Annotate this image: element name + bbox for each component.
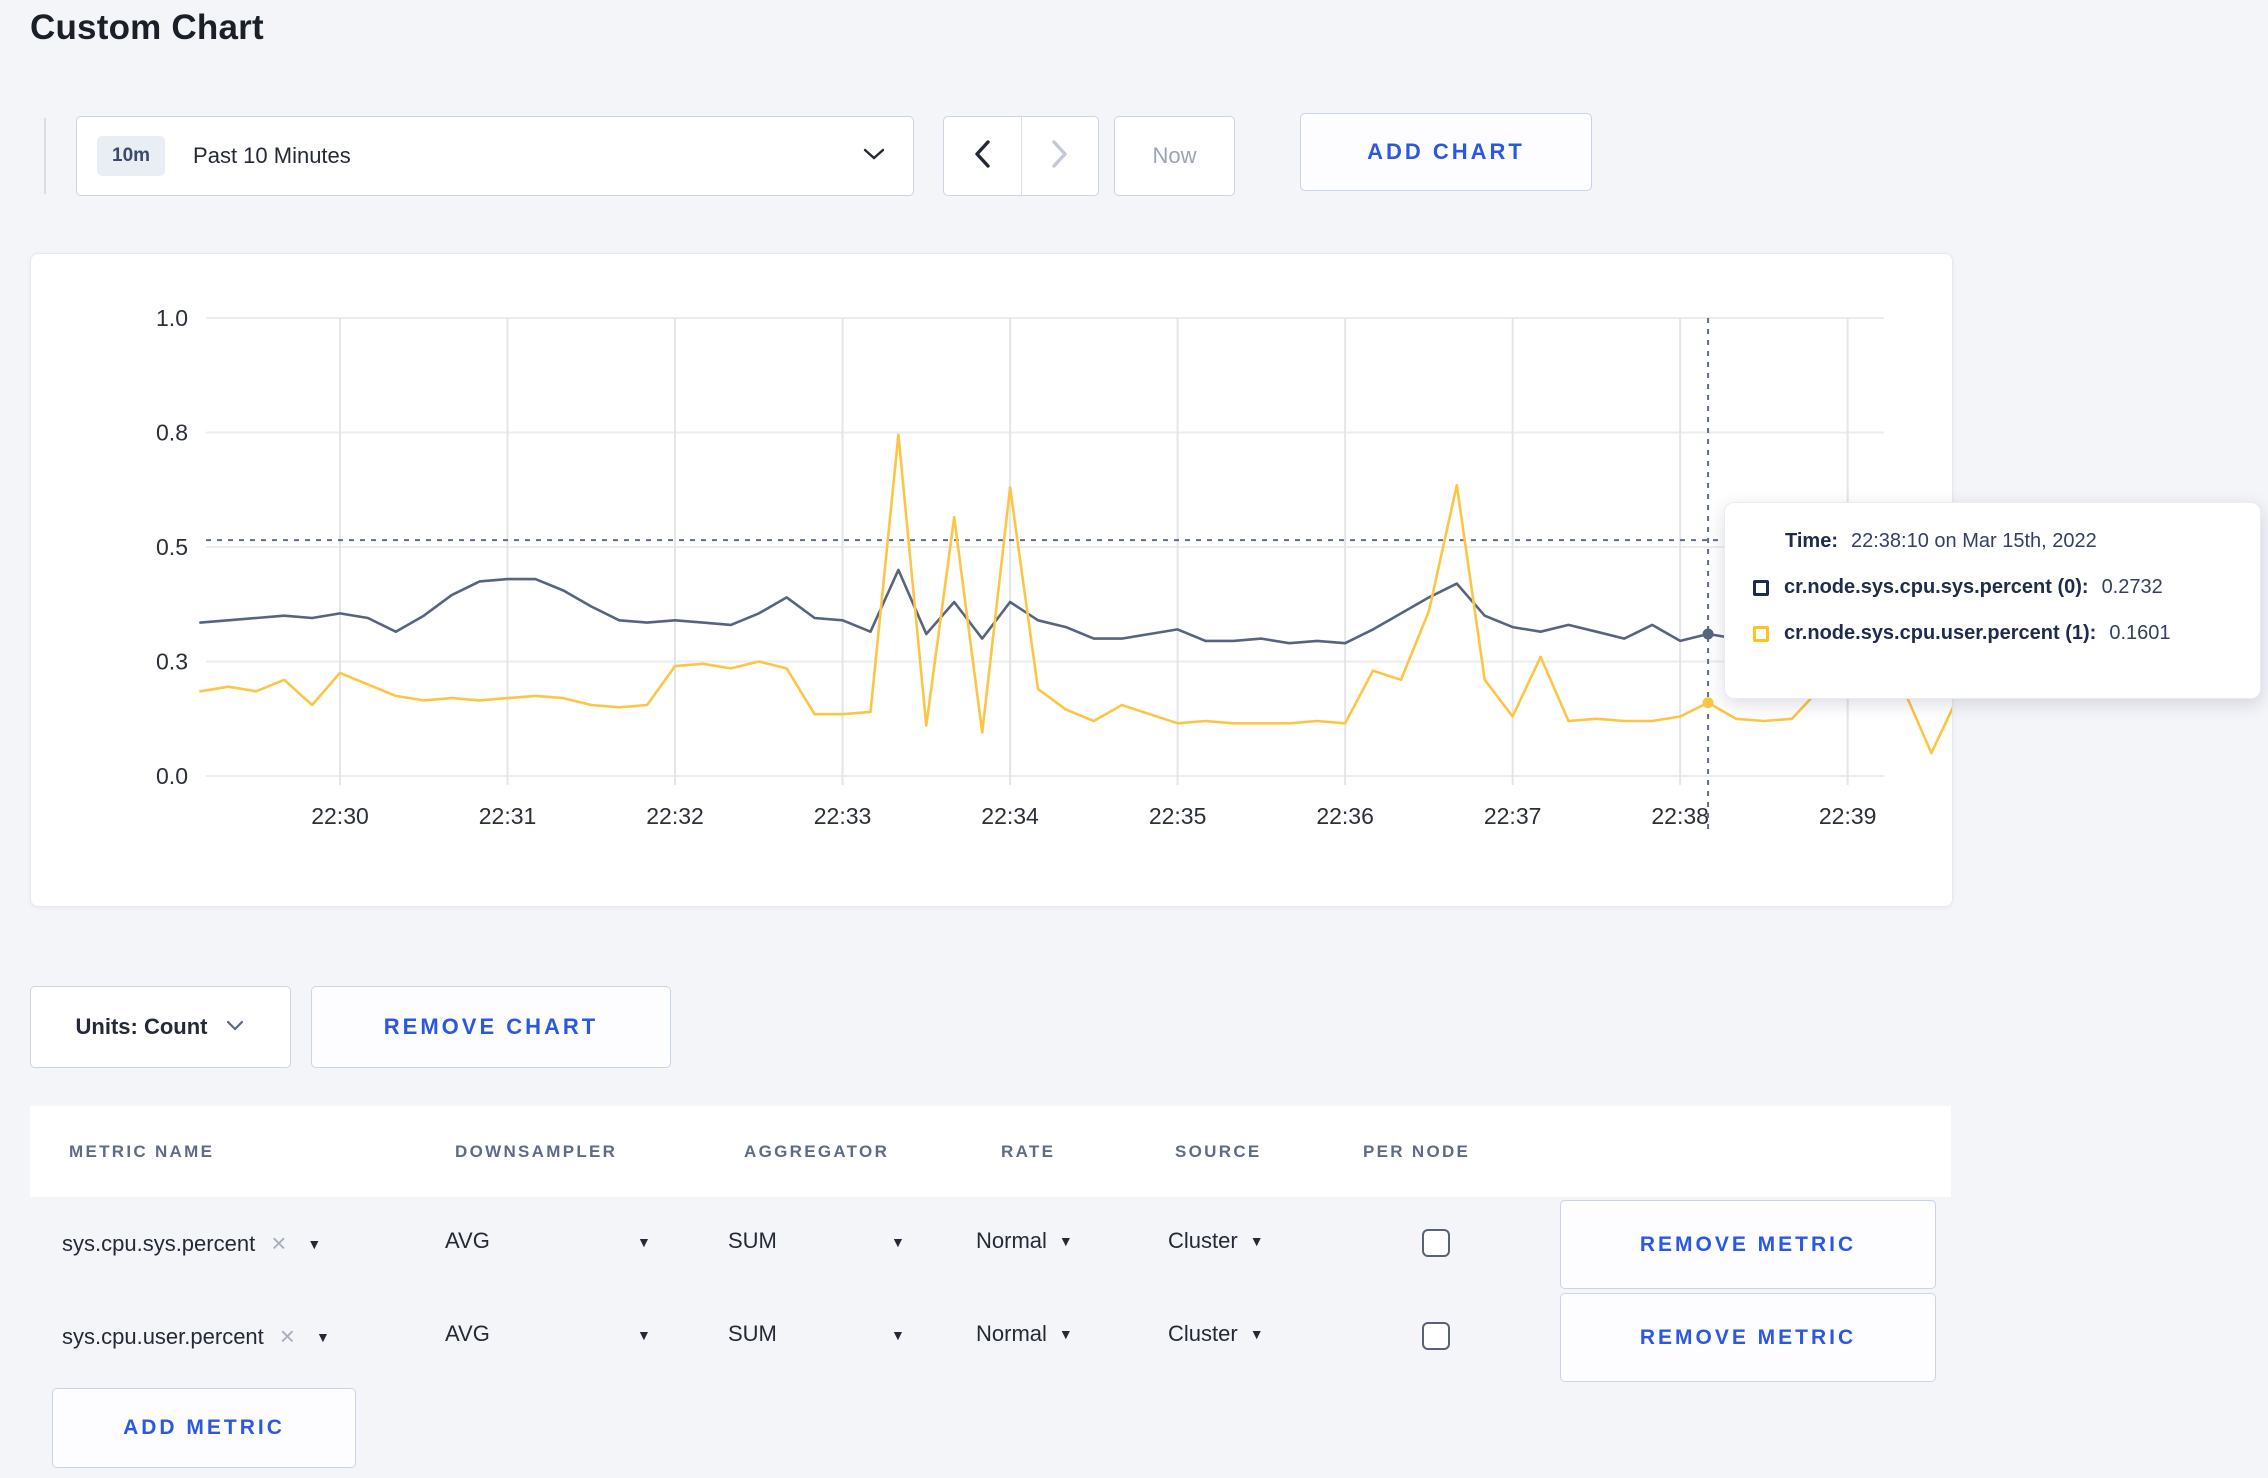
series-swatch-user	[1753, 625, 1769, 642]
column-header-rate: RATE	[1001, 1141, 1056, 1161]
time-window-badge: 10m	[97, 136, 166, 176]
downsampler-dropdown[interactable]: AVG	[445, 1321, 490, 1347]
metrics-table-header: METRIC NAME DOWNSAMPLER AGGREGATOR RATE …	[30, 1106, 1951, 1197]
series-swatch-sys	[1753, 579, 1769, 596]
remove-metric-button[interactable]: REMOVE METRIC	[1560, 1293, 1936, 1382]
add-chart-button[interactable]: ADD CHART	[1300, 113, 1592, 191]
caret-down-icon[interactable]: ▼	[637, 1327, 651, 1343]
remove-chart-button[interactable]: REMOVE CHART	[311, 986, 671, 1068]
source-dropdown[interactable]: Cluster ▼	[1168, 1321, 1264, 1347]
chart-card: 0.0 0.3 0.5 0.8 1.0 22:30 22:31 22:32 22:33 22:34…	[30, 253, 1953, 907]
metric-name-dropdown[interactable]: sys.cpu.user.percent × ▼	[62, 1321, 330, 1352]
rate-dropdown[interactable]: Normal ▼	[976, 1321, 1073, 1347]
y-axis-tick-label: 0.5	[156, 534, 188, 560]
source-value: Cluster	[1168, 1228, 1238, 1253]
column-header-per-node: PER NODE	[1363, 1141, 1471, 1161]
series-line-1	[199, 433, 1952, 755]
column-header-aggregator: AGGREGATOR	[744, 1141, 890, 1161]
caret-down-icon: ▼	[307, 1235, 322, 1252]
units-select[interactable]: Units: Count	[30, 986, 291, 1068]
tooltip-time-value: 22:38:10 on Mar 15th, 2022	[1850, 530, 2097, 552]
x-axis-tick-label: 22:32	[646, 803, 704, 829]
x-axis-tick-label: 22:35	[1149, 803, 1207, 829]
x-axis-tick-label: 22:30	[311, 803, 369, 829]
time-forward-button[interactable]	[1022, 117, 1099, 195]
rate-value: Normal	[976, 1321, 1047, 1346]
page-title: Custom Chart	[30, 8, 264, 47]
caret-down-icon: ▼	[1058, 1233, 1073, 1249]
source-value: Cluster	[1168, 1321, 1238, 1346]
toolbar-divider	[44, 118, 46, 194]
tooltip-series-name: cr.node.sys.cpu.sys.percent (0):	[1784, 576, 2089, 598]
x-axis-tick-label: 22:31	[479, 803, 537, 829]
series-line-0	[199, 568, 1952, 645]
remove-metric-name-icon[interactable]: ×	[280, 1321, 295, 1352]
time-nav-group	[943, 116, 1099, 196]
metric-name-dropdown[interactable]: sys.cpu.sys.percent × ▼	[62, 1228, 321, 1259]
caret-down-icon: ▼	[1058, 1326, 1073, 1342]
hover-point-0	[1702, 628, 1714, 640]
y-axis-tick-label: 0.0	[156, 763, 188, 789]
hover-point-1	[1702, 697, 1714, 709]
tooltip-series-name: cr.node.sys.cpu.user.percent (1):	[1784, 622, 2097, 644]
chevron-down-icon	[861, 145, 887, 168]
time-window-select[interactable]: 10m Past 10 Minutes	[76, 116, 914, 196]
chart-tooltip: Time: 22:38:10 on Mar 15th, 2022 cr.node…	[1724, 502, 2261, 699]
column-header-downsampler: DOWNSAMPLER	[455, 1141, 618, 1161]
caret-down-icon: ▼	[1249, 1326, 1264, 1342]
source-dropdown[interactable]: Cluster ▼	[1168, 1228, 1264, 1254]
column-header-metric-name: METRIC NAME	[69, 1141, 215, 1161]
units-label: Units: Count	[75, 1014, 208, 1039]
rate-dropdown[interactable]: Normal ▼	[976, 1228, 1073, 1254]
tooltip-series-value: 0.1601	[2109, 622, 2171, 644]
downsampler-dropdown[interactable]: AVG	[445, 1228, 490, 1254]
rate-value: Normal	[976, 1228, 1047, 1253]
chevron-right-icon	[1049, 138, 1071, 175]
y-axis-tick-label: 0.3	[156, 649, 188, 675]
x-axis-tick-label: 22:34	[981, 803, 1039, 829]
remove-metric-button[interactable]: REMOVE METRIC	[1560, 1200, 1936, 1289]
per-node-checkbox[interactable]	[1422, 1229, 1450, 1257]
caret-down-icon[interactable]: ▼	[891, 1234, 905, 1250]
column-header-source: SOURCE	[1175, 1141, 1262, 1161]
remove-metric-name-icon[interactable]: ×	[271, 1228, 286, 1259]
aggregator-dropdown[interactable]: SUM	[728, 1321, 777, 1347]
now-button[interactable]: Now	[1114, 116, 1235, 196]
y-axis-tick-label: 0.8	[156, 420, 188, 446]
caret-down-icon: ▼	[315, 1328, 330, 1345]
x-axis-tick-label: 22:36	[1316, 803, 1374, 829]
x-axis-tick-label: 22:38	[1651, 803, 1709, 829]
add-metric-button[interactable]: ADD METRIC	[52, 1388, 356, 1468]
metric-name-value: sys.cpu.sys.percent	[62, 1230, 256, 1256]
per-node-checkbox[interactable]	[1422, 1322, 1450, 1350]
time-window-label: Past 10 Minutes	[193, 143, 351, 168]
y-axis-tick-label: 1.0	[156, 305, 188, 331]
chevron-left-icon	[971, 138, 993, 175]
x-axis-tick-label: 22:37	[1484, 803, 1542, 829]
caret-down-icon[interactable]: ▼	[637, 1234, 651, 1250]
chevron-down-icon	[225, 1018, 245, 1037]
tooltip-series-value: 0.2732	[2101, 576, 2163, 598]
time-back-button[interactable]	[944, 117, 1022, 195]
timeseries-chart[interactable]: 0.0 0.3 0.5 0.8 1.0 22:30 22:31 22:32 22:33 22:34…	[31, 254, 1952, 906]
caret-down-icon: ▼	[1249, 1233, 1264, 1249]
aggregator-dropdown[interactable]: SUM	[728, 1228, 777, 1254]
tooltip-time-label: Time:	[1785, 530, 1838, 552]
caret-down-icon[interactable]: ▼	[891, 1327, 905, 1343]
x-axis-tick-label: 22:39	[1819, 803, 1877, 829]
x-axis-tick-label: 22:33	[814, 803, 872, 829]
metric-name-value: sys.cpu.user.percent	[62, 1323, 264, 1349]
